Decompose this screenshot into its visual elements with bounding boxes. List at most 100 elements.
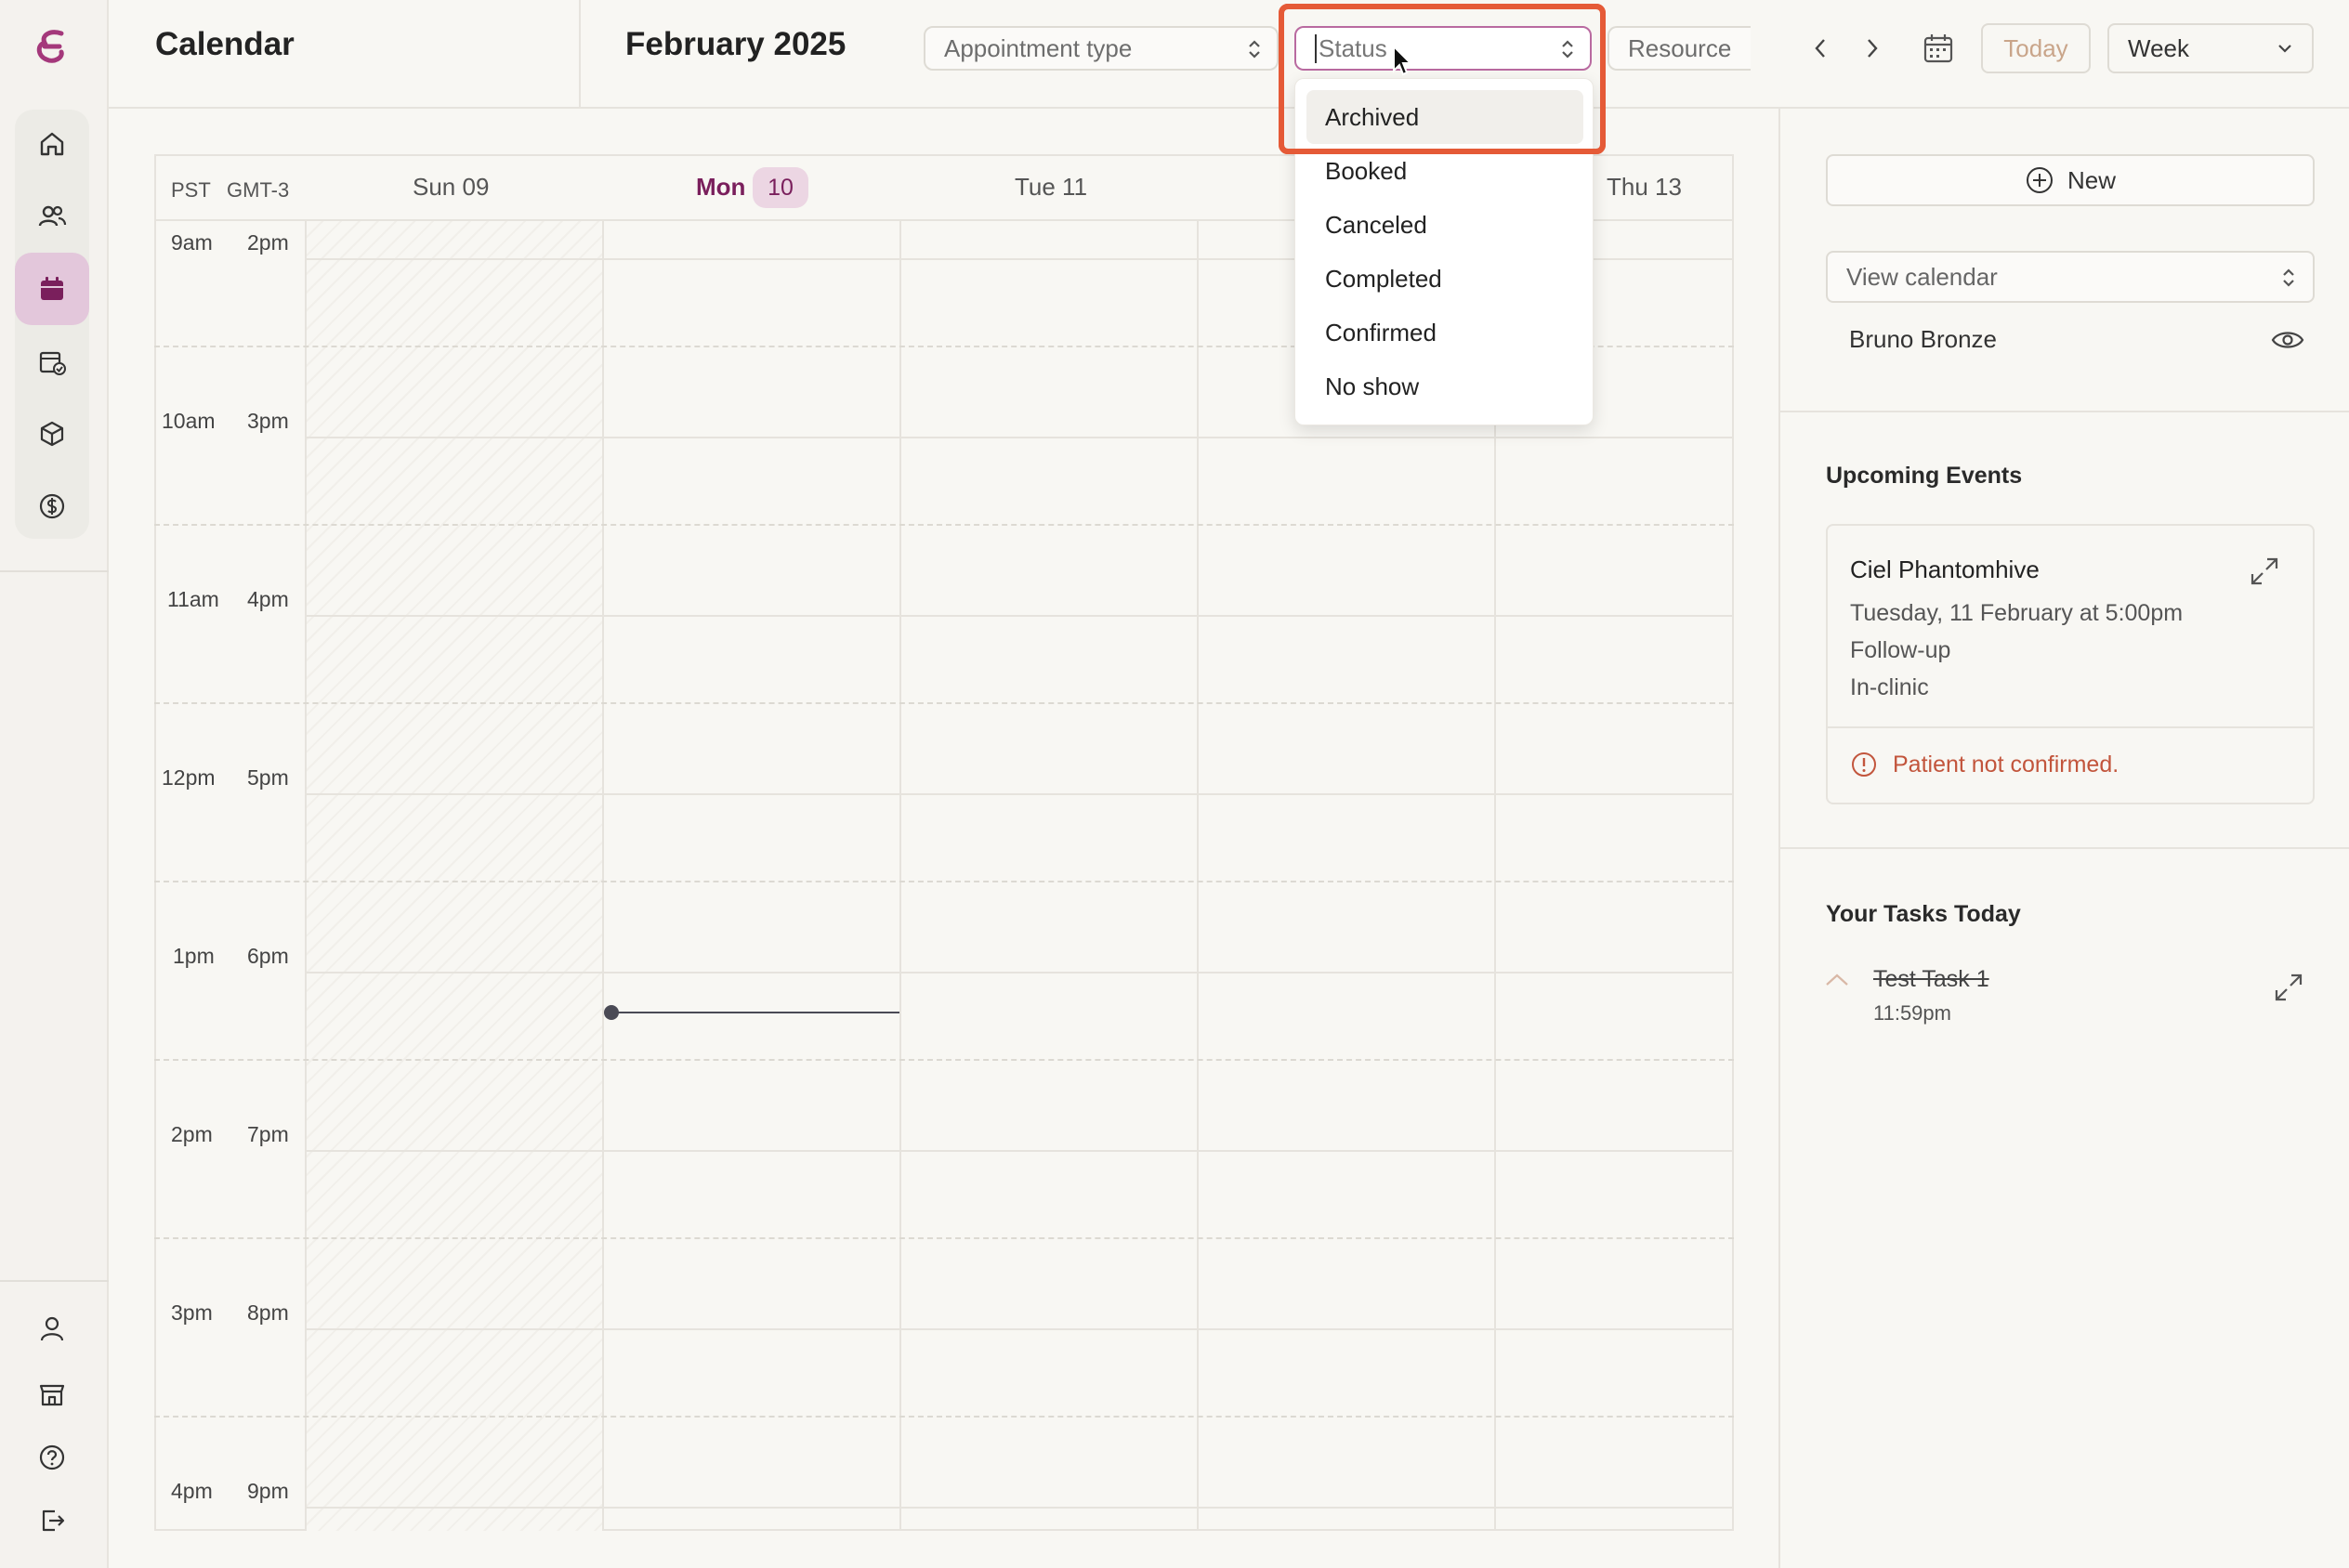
hour-line [305, 1328, 1734, 1330]
appointment-type-label: Appointment type [944, 33, 1133, 62]
chevron-left-icon[interactable] [1810, 35, 1831, 61]
half-hour-line [154, 1059, 1734, 1061]
nav-logout[interactable] [15, 1484, 89, 1557]
day-divider [305, 219, 307, 1531]
nav-products[interactable] [15, 398, 89, 470]
event-datetime: Tuesday, 11 February at 5:00pm [1850, 600, 2184, 626]
event-warning-text: Patient not confirmed. [1893, 751, 2119, 777]
hour-label-local: 3pm [171, 1300, 213, 1325]
app-logo-icon[interactable] [33, 28, 71, 69]
chevron-down-icon [2278, 45, 2291, 53]
eye-icon[interactable] [2271, 327, 2304, 353]
half-hour-line [154, 1416, 1734, 1418]
hour-line [305, 793, 1734, 795]
hour-label-alt: 2pm [247, 230, 289, 255]
updown-chevron-icon [1249, 40, 1260, 59]
status-option-canceled[interactable]: Canceled [1306, 198, 1583, 252]
appointment-type-select[interactable]: Appointment type [924, 26, 1279, 71]
hour-line [305, 972, 1734, 973]
highlight-box-overlay [1279, 4, 1606, 154]
rail-divider [0, 1280, 109, 1282]
hour-label-local: 9am [171, 230, 213, 255]
resource-label: Resource [1628, 33, 1732, 62]
hour-label-local: 10am [162, 409, 216, 433]
expand-icon[interactable] [2273, 972, 2304, 1003]
hour-label-alt: 8pm [247, 1300, 289, 1325]
calendar-check-icon [39, 351, 66, 375]
nav-account[interactable] [15, 1293, 89, 1365]
today-badge: 10 [753, 167, 808, 208]
nav-help[interactable] [15, 1421, 89, 1494]
hour-label-alt: 6pm [247, 944, 289, 968]
status-option-confirmed[interactable]: Confirmed [1306, 306, 1583, 359]
nav-patients[interactable] [15, 180, 89, 253]
hour-label-local: 12pm [162, 765, 216, 790]
day-divider [1197, 219, 1199, 1531]
day-header-sun[interactable]: Sun 09 [413, 173, 489, 202]
nav-billing[interactable] [15, 470, 89, 542]
view-calendar-select[interactable]: View calendar [1826, 251, 2315, 303]
hour-label-local: 11am [167, 587, 219, 611]
hour-label-alt: 5pm [247, 765, 289, 790]
priority-chevron-icon [1826, 973, 1848, 986]
task-name[interactable]: Test Task 1 [1873, 966, 1989, 993]
hour-line [305, 1507, 1734, 1509]
header-divider [579, 0, 581, 109]
users-icon [38, 205, 67, 227]
left-rail [0, 0, 109, 1568]
store-icon [39, 1384, 65, 1406]
status-option-no-show[interactable]: No show [1306, 359, 1583, 413]
hour-label-local: 4pm [171, 1479, 213, 1503]
nav-schedule[interactable] [15, 325, 89, 398]
panel-divider [1780, 847, 2349, 849]
resource-select[interactable]: Resource [1608, 26, 1751, 71]
nav-clinic[interactable] [15, 1358, 89, 1431]
plus-circle-icon [2026, 167, 2053, 193]
user-icon [40, 1316, 64, 1341]
hour-label-alt: 7pm [247, 1122, 289, 1146]
timezone-local: PST [171, 178, 211, 202]
hour-label-alt: 4pm [247, 587, 289, 611]
current-month: February 2025 [625, 26, 846, 62]
new-button-label: New [2067, 165, 2116, 194]
half-hour-line [154, 702, 1734, 704]
rail-divider [0, 570, 109, 572]
date-picker-icon[interactable] [1922, 32, 1955, 65]
current-time-line [613, 1012, 899, 1013]
box-icon [40, 421, 64, 447]
nav-calendar[interactable] [15, 253, 89, 325]
chevron-right-icon[interactable] [1862, 35, 1883, 61]
status-option-completed[interactable]: Completed [1306, 252, 1583, 306]
timezone-alt: GMT-3 [227, 178, 290, 202]
hour-line [305, 615, 1734, 617]
event-warning: Patient not confirmed. [1850, 751, 2119, 778]
view-select[interactable]: Week [2107, 23, 2314, 73]
event-card-divider [1828, 726, 2313, 728]
day-divider [602, 219, 604, 1531]
event-location: In-clinic [1850, 674, 1929, 700]
half-hour-line [154, 881, 1734, 882]
nav-home[interactable] [15, 108, 89, 180]
logout-icon [42, 1509, 65, 1532]
view-calendar-label: View calendar [1846, 262, 1998, 291]
expand-icon[interactable] [2249, 555, 2280, 587]
event-patient-name: Ciel Phantomhive [1850, 555, 2040, 583]
help-icon [39, 1444, 65, 1470]
tasks-title: Your Tasks Today [1826, 901, 2021, 927]
task-time: 11:59pm [1873, 1001, 1951, 1025]
day-header-tue[interactable]: Tue 11 [1015, 173, 1087, 202]
hour-line [305, 1150, 1734, 1152]
home-icon [40, 132, 64, 156]
upcoming-events-title: Upcoming Events [1826, 463, 2023, 489]
event-type: Follow-up [1850, 637, 1951, 663]
unavailable-day-shading [305, 219, 602, 1531]
calendar-icon [41, 277, 63, 300]
new-button[interactable]: New [1826, 154, 2315, 206]
calendar-user-name: Bruno Bronze [1849, 325, 1997, 353]
day-header-thu[interactable]: Thu 13 [1607, 173, 1682, 202]
day-header-mon[interactable]: Mon [696, 173, 745, 202]
today-button[interactable]: Today [1981, 23, 2091, 73]
hour-label-alt: 9pm [247, 1479, 289, 1503]
hour-line [305, 437, 1734, 438]
half-hour-line [154, 1237, 1734, 1239]
